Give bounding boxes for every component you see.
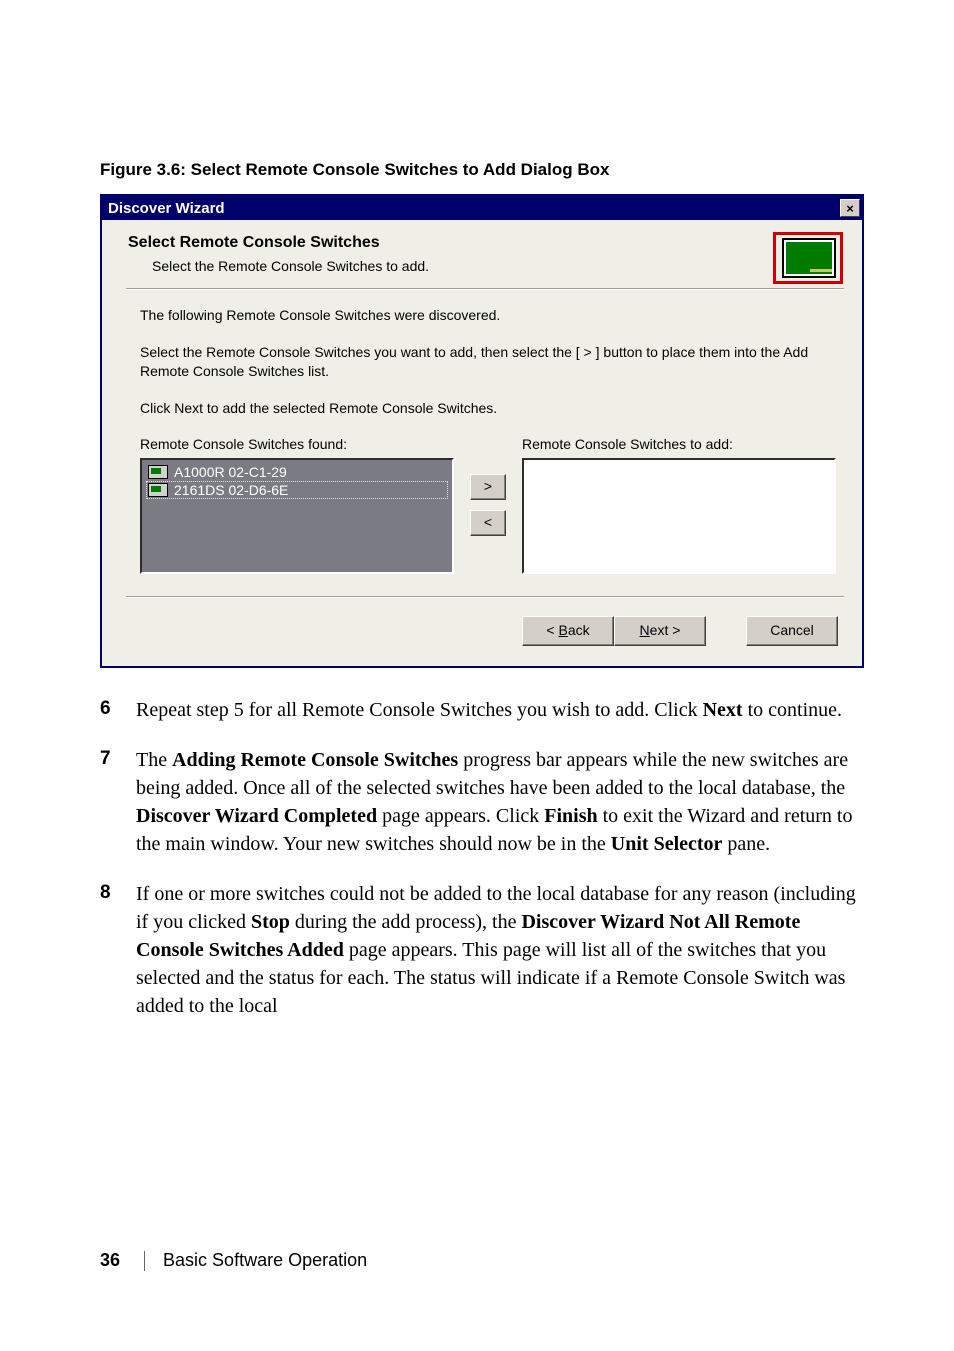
instruction-list: 6 Repeat step 5 for all Remote Console S… [100, 696, 864, 1020]
switch-icon [148, 465, 168, 479]
wizard-icon-detail [810, 269, 832, 272]
close-button[interactable]: × [840, 199, 860, 217]
list-item[interactable]: A1000R 02-C1-29 [146, 463, 448, 481]
step-number: 6 [100, 696, 136, 724]
discover-wizard-dialog: Discover Wizard × Select Remote Console … [100, 194, 864, 668]
list-item[interactable]: 2161DS 02-D6-6E [146, 481, 448, 499]
step-text: Repeat step 5 for all Remote Console Swi… [136, 696, 842, 724]
found-listbox[interactable]: A1000R 02-C1-29 2161DS 02-D6-6E [140, 458, 454, 574]
dialog-heading: Select Remote Console Switches [128, 234, 429, 252]
wizard-icon [778, 234, 840, 282]
back-label: ack [568, 622, 590, 638]
step-text: If one or more switches could not be add… [136, 880, 864, 1020]
list-item: 7 The Adding Remote Console Switches pro… [100, 746, 864, 858]
section-title: Basic Software Operation [163, 1250, 367, 1271]
list-item-label: 2161DS 02-D6-6E [174, 482, 288, 498]
step-number: 8 [100, 880, 136, 1020]
list-item: 8 If one or more switches could not be a… [100, 880, 864, 1020]
add-listbox[interactable] [522, 458, 836, 574]
cancel-button[interactable]: Cancel [746, 616, 838, 646]
switch-icon [148, 483, 168, 497]
found-list-label: Remote Console Switches found: [140, 436, 454, 452]
dialog-header-text: Select Remote Console Switches Select th… [126, 230, 429, 282]
page-footer: 36 Basic Software Operation [100, 1250, 367, 1271]
dialog-body-text-1: The following Remote Console Switches we… [140, 306, 836, 325]
footer-divider [144, 1251, 145, 1271]
dual-list-row: Remote Console Switches found: A1000R 02… [140, 436, 836, 574]
dialog-titlebar: Discover Wizard × [102, 196, 862, 220]
dialog-inner: Select Remote Console Switches Select th… [102, 220, 862, 666]
dialog-body-text-3: Click Next to add the selected Remote Co… [140, 399, 836, 418]
dialog-header-row: Select Remote Console Switches Select th… [126, 230, 844, 282]
dialog-separator [126, 288, 844, 290]
add-list-label: Remote Console Switches to add: [522, 436, 836, 452]
page-number: 36 [100, 1250, 120, 1271]
dialog-body: The following Remote Console Switches we… [126, 306, 844, 574]
dialog-body-text-2: Select the Remote Console Switches you w… [140, 343, 836, 381]
list-item: 6 Repeat step 5 for all Remote Console S… [100, 696, 864, 724]
found-list-column: Remote Console Switches found: A1000R 02… [140, 436, 454, 574]
arrow-column: > < [470, 474, 506, 536]
dialog-subheading: Select the Remote Console Switches to ad… [152, 258, 429, 274]
list-item-label: A1000R 02-C1-29 [174, 464, 287, 480]
document-page: Figure 3.6: Select Remote Console Switch… [0, 0, 954, 1351]
add-list-column: Remote Console Switches to add: [522, 436, 836, 574]
next-label: ext [650, 622, 669, 638]
step-text: The Adding Remote Console Switches progr… [136, 746, 864, 858]
wizard-button-row: < Back Next > Cancel [126, 616, 844, 646]
dialog-title: Discover Wizard [108, 200, 225, 217]
next-button[interactable]: Next > [614, 616, 706, 646]
back-button[interactable]: < Back [522, 616, 614, 646]
monitor-icon [782, 238, 836, 278]
move-right-button[interactable]: > [470, 474, 506, 500]
dialog-separator [126, 596, 844, 598]
move-left-button[interactable]: < [470, 510, 506, 536]
figure-caption: Figure 3.6: Select Remote Console Switch… [100, 160, 864, 180]
step-number: 7 [100, 746, 136, 858]
